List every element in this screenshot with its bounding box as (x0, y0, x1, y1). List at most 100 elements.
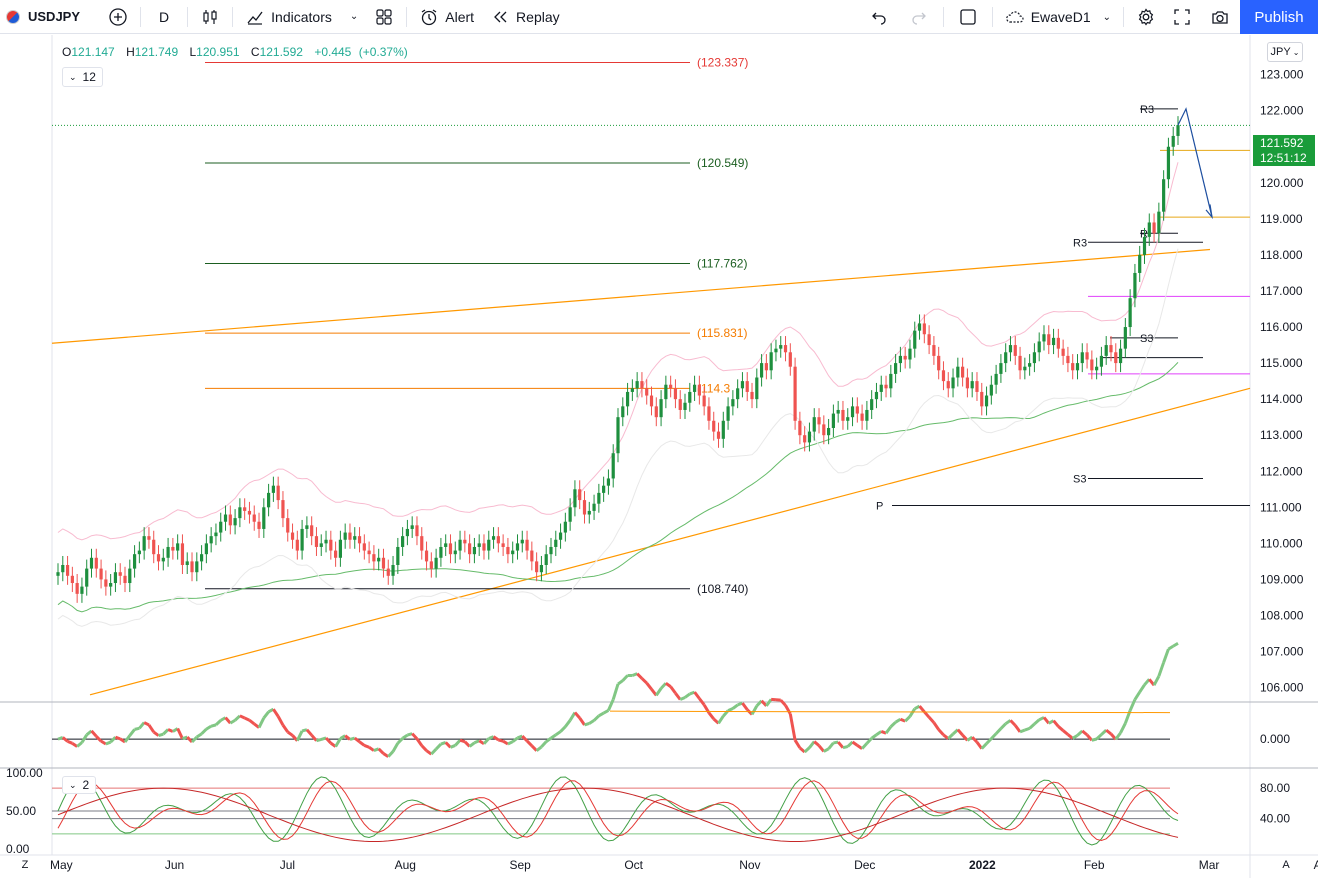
momentum-segment (152, 730, 160, 737)
fullscreen-icon (1172, 7, 1192, 27)
candle-body (396, 546, 400, 565)
price-tick-label: 116.000 (1260, 320, 1303, 334)
cloud-icon (1005, 7, 1025, 27)
time-tick-label: Oct (624, 858, 643, 872)
price-tick-label: 111.000 (1260, 500, 1302, 514)
candle-body (984, 395, 989, 407)
momentum-segment (823, 747, 830, 753)
auto-scale-button[interactable]: A (1278, 857, 1294, 873)
momentum-segment (425, 749, 433, 756)
momentum-segment (554, 730, 562, 737)
momentum-segment (1105, 728, 1112, 736)
candle-body (817, 417, 821, 425)
layout-name-button[interactable]: EwaveD1 ⌄ (997, 0, 1119, 34)
candle-body (343, 532, 347, 540)
momentum-segment (550, 733, 557, 740)
momentum-segment (803, 746, 811, 754)
candle-body (515, 543, 520, 551)
candle-body (271, 485, 275, 493)
chevron-down-icon: ⌄ (1292, 47, 1300, 57)
stochastic-collapse-button[interactable]: ⌄ 2 (62, 776, 97, 794)
momentum-segment (669, 685, 677, 695)
candle-body (276, 485, 280, 501)
candle-body (491, 536, 496, 540)
momentum-segment (889, 721, 897, 728)
candle-body (539, 564, 544, 573)
momentum-segment (80, 733, 88, 744)
candle-body (870, 399, 874, 410)
candle-body (405, 528, 410, 537)
alert-button[interactable]: Alert (411, 0, 482, 34)
replay-label: Replay (516, 8, 560, 25)
gear-icon (1136, 7, 1156, 27)
chart-type-button[interactable] (192, 0, 228, 34)
candle-body (970, 381, 974, 389)
indicators-collapse-button[interactable]: ⌄ 12 (62, 67, 103, 87)
momentum-segment (1114, 731, 1122, 741)
candle-body (381, 557, 386, 569)
candle-body (831, 413, 835, 428)
candle-body (520, 539, 524, 544)
candle-body (228, 514, 232, 526)
candle-body (238, 507, 242, 519)
momentum-segment (61, 736, 69, 743)
candle-body (750, 391, 754, 400)
alarm-clock-icon (419, 7, 439, 27)
candle-body (874, 391, 879, 400)
price-tick-label: 123.000 (1260, 68, 1304, 82)
momentum-segment (741, 702, 749, 711)
fullscreen-button[interactable] (1164, 0, 1200, 34)
toolbar-divider (991, 7, 993, 27)
momentum-segment (229, 718, 236, 725)
symbol-search-button[interactable]: USDJPY (0, 0, 88, 34)
snapshot-button[interactable] (1200, 0, 1240, 34)
momentum-segment (645, 682, 653, 691)
price-tick-label: 107.000 (1260, 645, 1304, 659)
replay-button[interactable]: Replay (482, 0, 568, 34)
oscillator-trendline (609, 710, 1171, 714)
momentum-segment (90, 729, 98, 738)
settings-button[interactable] (1128, 0, 1164, 34)
redo-button[interactable] (899, 0, 939, 34)
chevron-down-icon: ⌄ (1102, 11, 1111, 23)
momentum-segment (655, 687, 663, 697)
indicators-label: Indicators (271, 8, 332, 25)
momentum-segment (176, 727, 184, 740)
chart-area[interactable]: 123.000122.000121.000120.000119.000118.0… (0, 35, 1318, 878)
momentum-segment (927, 716, 936, 724)
templates-button[interactable] (366, 0, 402, 34)
candle-body (1123, 327, 1127, 349)
publish-button[interactable]: Publish (1240, 0, 1318, 34)
candle-body (903, 355, 907, 360)
momentum-segment (401, 733, 409, 740)
candle-body (142, 536, 146, 551)
momentum-segment (339, 734, 346, 740)
momentum-segment (1138, 683, 1146, 693)
momentum-segment (530, 744, 538, 752)
momentum-segment (894, 717, 902, 724)
time-tick-label: May (50, 858, 73, 872)
candle-body (850, 406, 855, 418)
chart-canvas[interactable]: 123.000122.000121.000120.000119.000118.0… (0, 35, 1318, 878)
compare-symbol-button[interactable] (100, 0, 136, 34)
bar-countdown: 12:51:12 (1260, 151, 1307, 165)
undo-button[interactable] (859, 0, 899, 34)
momentum-segment (281, 724, 289, 733)
candle-body (132, 554, 137, 569)
indicators-button[interactable]: Indicators ⌄ (237, 0, 366, 34)
change-value: +0.445 (314, 45, 352, 59)
layout-button[interactable] (948, 0, 988, 34)
candle-body (147, 536, 151, 540)
momentum-segment (415, 737, 423, 747)
candle-body (793, 366, 797, 421)
candle-body (247, 510, 252, 515)
candle-body (401, 536, 405, 547)
momentum-segment (1009, 719, 1017, 727)
momentum-segment (904, 715, 912, 723)
momentum-segment (856, 744, 863, 750)
zoom-reset-button[interactable]: Z (17, 857, 33, 873)
currency-button[interactable]: JPY ⌄ (1267, 42, 1303, 62)
momentum-segment (966, 735, 974, 742)
stochastic-left-tick: 100.00 (6, 766, 43, 780)
interval-button[interactable]: D (145, 0, 183, 34)
